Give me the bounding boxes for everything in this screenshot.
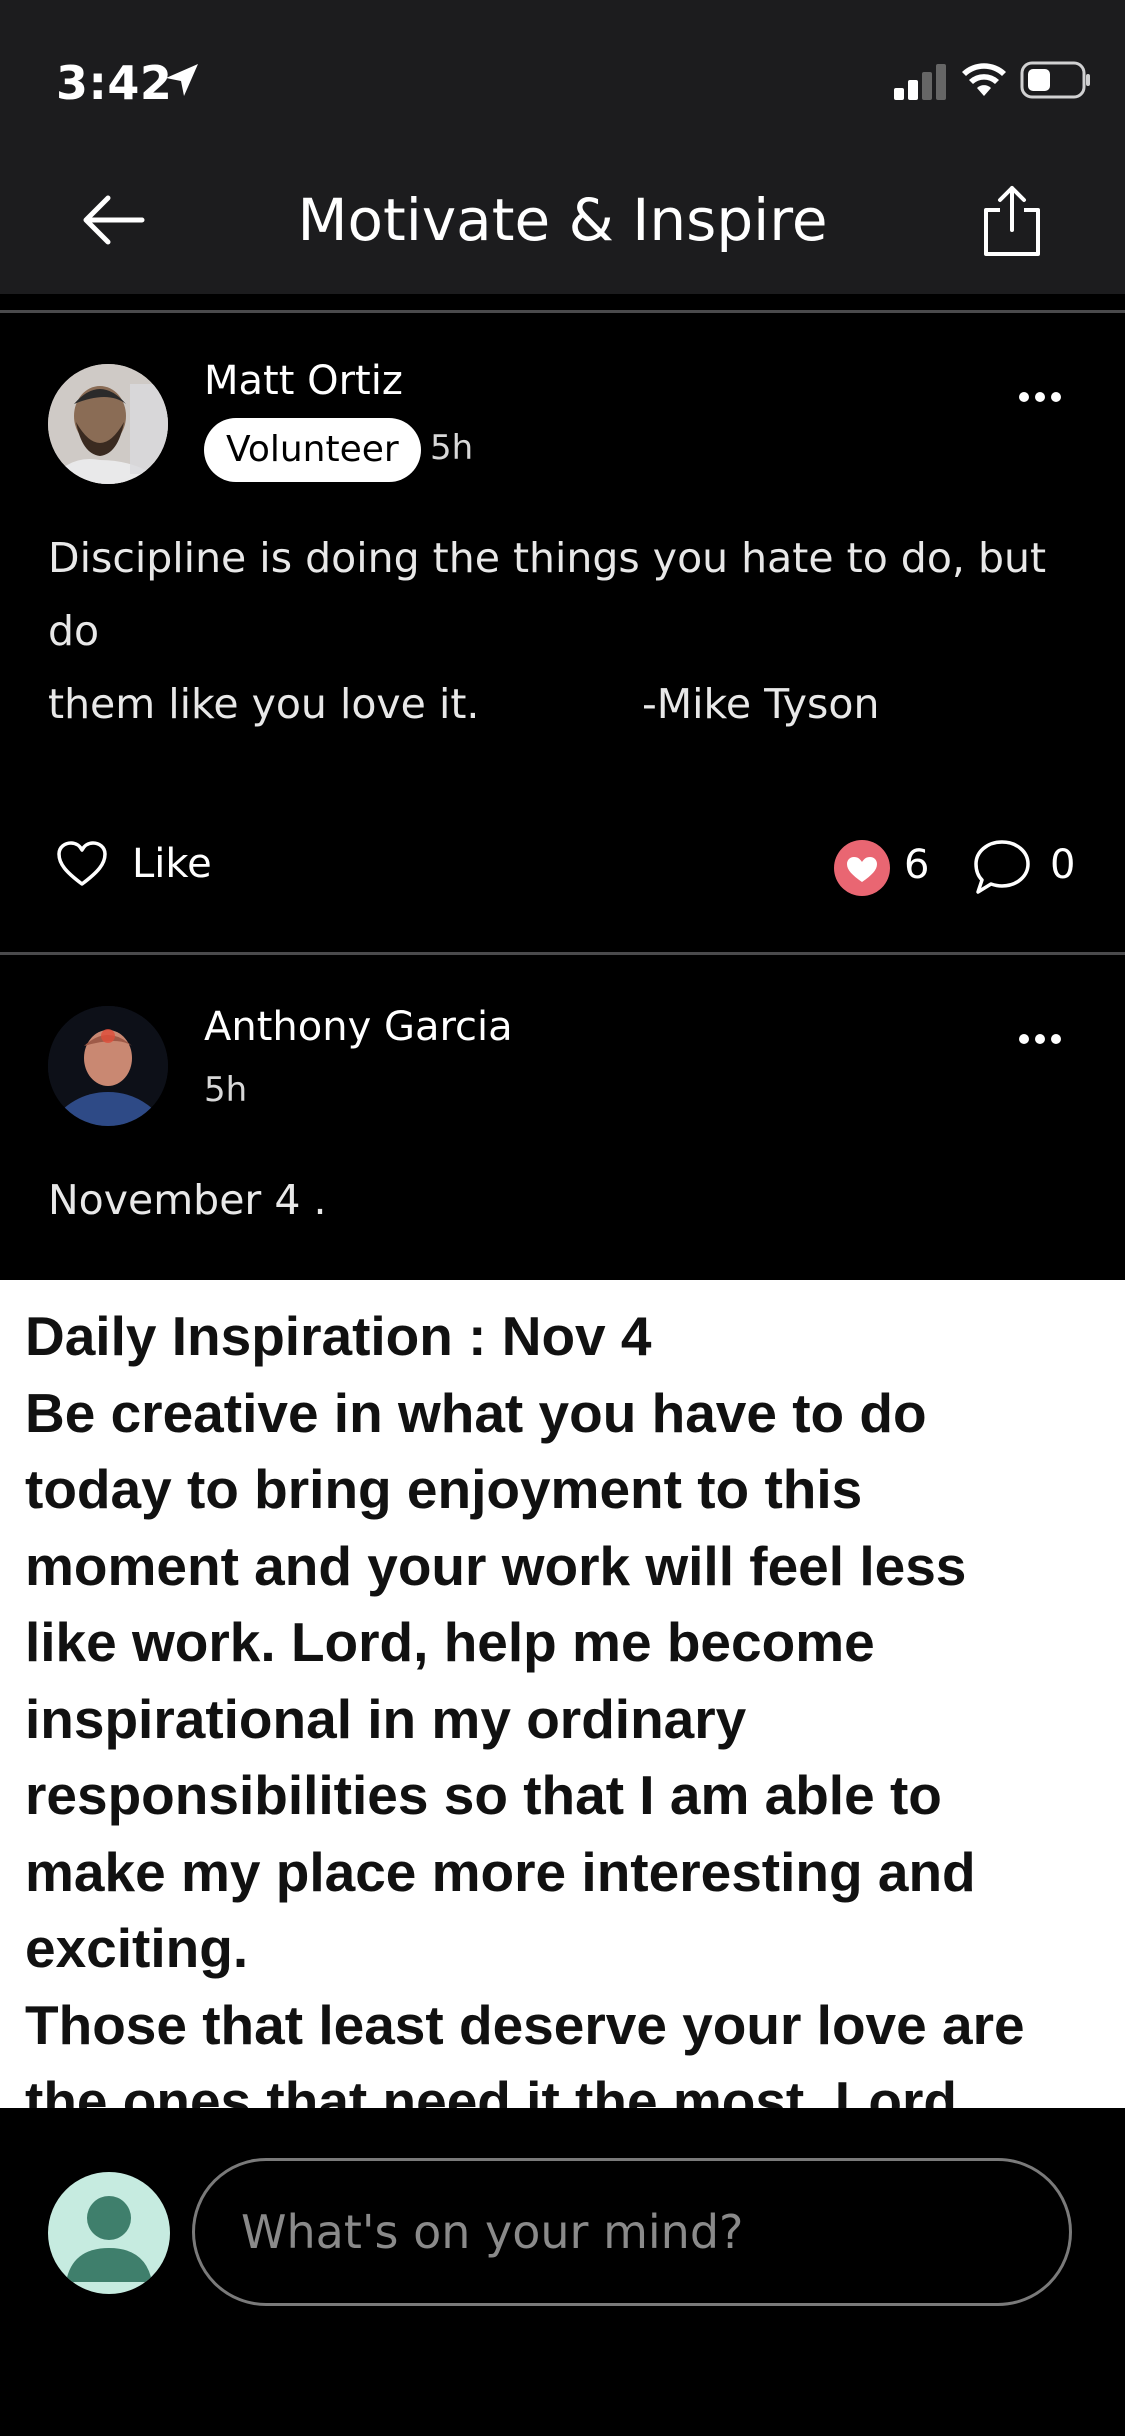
like-label: Like [132, 841, 212, 887]
wifi-icon [962, 63, 1006, 96]
image-text-line: like work. Lord, help me become [25, 1611, 875, 1673]
like-button[interactable]: Like [56, 840, 212, 888]
comment-count[interactable]: 0 [1050, 842, 1075, 888]
cellular-signal-icon [894, 64, 946, 100]
battery-icon [1020, 61, 1090, 99]
top-bar: 3:42 Motivate & Inspire [0, 0, 1125, 294]
image-text-line: today to bring enjoyment to this [25, 1458, 863, 1520]
image-text-line: exciting. [25, 1917, 249, 1979]
more-options-icon[interactable] [1018, 390, 1062, 404]
post-text: November 4 . [48, 1176, 327, 1224]
avatar[interactable] [48, 364, 168, 484]
location-arrow-icon [166, 64, 198, 96]
author-name[interactable]: Matt Ortiz [204, 358, 403, 404]
volunteer-badge: Volunteer [204, 418, 421, 482]
image-text-line: Be creative in what you have to do [25, 1381, 927, 1444]
quote-attribution: -Mike Tyson [642, 680, 880, 728]
user-avatar-icon[interactable] [48, 2172, 170, 2294]
image-text-line: responsibilities so that I am able to [25, 1764, 942, 1826]
image-text-line: make my place more interesting and [25, 1840, 976, 1903]
more-options-icon[interactable] [1018, 1032, 1062, 1046]
avatar[interactable] [48, 1006, 168, 1126]
composer-placeholder: What's on your mind? [241, 2205, 744, 2259]
post-image[interactable]: Daily Inspiration : Nov 4 Be creative in… [0, 1280, 1125, 2108]
avatar-photo [48, 364, 168, 484]
divider [0, 952, 1125, 955]
share-icon[interactable] [980, 184, 1044, 258]
page-title: Motivate & Inspire [297, 186, 828, 254]
divider [0, 310, 1125, 313]
post-time: 5h [430, 428, 474, 468]
reaction-count[interactable]: 6 [904, 842, 929, 888]
avatar-photo [48, 1006, 168, 1126]
status-time: 3:42 [56, 56, 173, 110]
heart-reaction-icon[interactable] [834, 840, 890, 896]
image-text: Daily Inspiration : Nov 4 Be creative in… [25, 1298, 1105, 2108]
heart-outline-icon [57, 841, 107, 886]
image-text-line: moment and your work will feel less [25, 1534, 967, 1597]
post-composer-input[interactable]: What's on your mind? [192, 2158, 1072, 2306]
post-text-line: Discipline is doing the things you hate … [48, 534, 1047, 655]
image-text-line: Those that least deserve your love are [25, 1993, 1025, 2056]
image-text-line: the ones that need it the most. Lord [25, 2070, 957, 2108]
image-text-line: Daily Inspiration : Nov 4 [25, 1305, 652, 1367]
post-text: Discipline is doing the things you hate … [48, 522, 1088, 741]
image-text-line: inspirational in my ordinary [25, 1687, 747, 1750]
post-text-line: them like you love it. [48, 680, 480, 728]
post-time: 5h [204, 1070, 248, 1110]
author-name[interactable]: Anthony Garcia [204, 1004, 513, 1050]
comment-icon[interactable] [972, 838, 1032, 896]
